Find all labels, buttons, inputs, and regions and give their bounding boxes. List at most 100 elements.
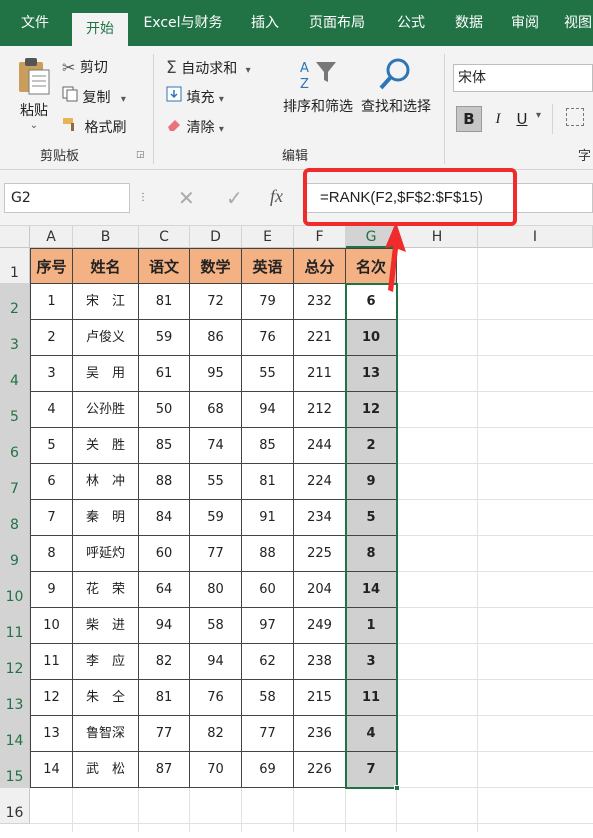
- table-cell[interactable]: 62: [242, 644, 294, 680]
- table-cell[interactable]: 柴 进: [73, 608, 139, 644]
- table-cell[interactable]: 221: [294, 320, 346, 356]
- table-cell[interactable]: 74: [190, 428, 242, 464]
- table-cell[interactable]: 95: [190, 356, 242, 392]
- italic-button[interactable]: I: [486, 106, 510, 132]
- bold-button[interactable]: B: [456, 106, 482, 132]
- table-cell[interactable]: 82: [139, 644, 190, 680]
- table-cell[interactable]: 8: [30, 536, 73, 572]
- copy-button[interactable]: 复制 ▾: [62, 86, 126, 110]
- table-cell[interactable]: 5: [346, 500, 397, 536]
- column-header-f[interactable]: F: [294, 226, 346, 248]
- table-cell[interactable]: 70: [190, 752, 242, 788]
- autosum-dropdown-icon[interactable]: ▾: [246, 65, 251, 76]
- name-box[interactable]: G2: [4, 183, 130, 213]
- table-cell[interactable]: 87: [139, 752, 190, 788]
- header-cell[interactable]: 数学: [190, 248, 242, 284]
- insert-function-icon[interactable]: fx: [270, 186, 283, 207]
- column-header-a[interactable]: A: [30, 226, 73, 248]
- table-cell[interactable]: 79: [242, 284, 294, 320]
- table-cell[interactable]: 77: [190, 536, 242, 572]
- table-cell[interactable]: 88: [139, 464, 190, 500]
- table-cell[interactable]: 9: [346, 464, 397, 500]
- table-cell[interactable]: 12: [30, 680, 73, 716]
- table-cell[interactable]: 2: [30, 320, 73, 356]
- format-painter-button[interactable]: 格式刷: [62, 116, 126, 140]
- tab-formulas[interactable]: 公式: [384, 0, 438, 46]
- table-cell[interactable]: 58: [242, 680, 294, 716]
- table-cell[interactable]: 94: [242, 392, 294, 428]
- table-cell[interactable]: 85: [139, 428, 190, 464]
- column-header-d[interactable]: D: [190, 226, 242, 248]
- table-cell[interactable]: 94: [190, 644, 242, 680]
- enter-icon[interactable]: ✓: [226, 186, 243, 210]
- header-cell[interactable]: 总分: [294, 248, 346, 284]
- table-cell[interactable]: 234: [294, 500, 346, 536]
- table-cell[interactable]: 82: [190, 716, 242, 752]
- tab-excel-finance[interactable]: Excel与财务: [134, 0, 232, 46]
- copy-dropdown-icon[interactable]: ▾: [121, 94, 126, 105]
- row-header-1[interactable]: 1: [0, 248, 30, 284]
- row-header-11[interactable]: 11: [0, 608, 30, 644]
- paste-button[interactable]: 粘贴 ⌄: [10, 56, 58, 131]
- table-cell[interactable]: 9: [30, 572, 73, 608]
- table-cell[interactable]: 5: [30, 428, 73, 464]
- row-header-4[interactable]: 4: [0, 356, 30, 392]
- table-cell[interactable]: 7: [346, 752, 397, 788]
- row-header-16[interactable]: 16: [0, 788, 30, 824]
- table-cell[interactable]: 3: [30, 356, 73, 392]
- tab-file[interactable]: 文件: [6, 0, 64, 46]
- table-cell[interactable]: 238: [294, 644, 346, 680]
- header-cell[interactable]: 姓名: [73, 248, 139, 284]
- table-cell[interactable]: 212: [294, 392, 346, 428]
- table-cell[interactable]: 公孙胜: [73, 392, 139, 428]
- table-cell[interactable]: 11: [346, 680, 397, 716]
- table-cell[interactable]: 77: [242, 716, 294, 752]
- table-cell[interactable]: 7: [30, 500, 73, 536]
- table-cell[interactable]: 84: [139, 500, 190, 536]
- table-cell[interactable]: 59: [190, 500, 242, 536]
- table-cell[interactable]: 80: [190, 572, 242, 608]
- table-cell[interactable]: 249: [294, 608, 346, 644]
- table-cell[interactable]: 林 冲: [73, 464, 139, 500]
- table-cell[interactable]: 李 应: [73, 644, 139, 680]
- table-cell[interactable]: 8: [346, 536, 397, 572]
- row-header-13[interactable]: 13: [0, 680, 30, 716]
- table-cell[interactable]: 12: [346, 392, 397, 428]
- table-cell[interactable]: 14: [346, 572, 397, 608]
- table-cell[interactable]: 68: [190, 392, 242, 428]
- tab-view[interactable]: 视图: [556, 0, 593, 46]
- table-cell[interactable]: 鲁智深: [73, 716, 139, 752]
- fill-button[interactable]: 填充 ▾: [166, 86, 224, 110]
- row-header-8[interactable]: 8: [0, 500, 30, 536]
- table-cell[interactable]: 秦 明: [73, 500, 139, 536]
- table-cell[interactable]: 14: [30, 752, 73, 788]
- fill-dropdown-icon[interactable]: ▾: [219, 94, 224, 105]
- table-cell[interactable]: 69: [242, 752, 294, 788]
- cut-button[interactable]: ✂ 剪切: [62, 56, 108, 80]
- table-cell[interactable]: 朱 仝: [73, 680, 139, 716]
- table-cell[interactable]: 1: [346, 608, 397, 644]
- table-cell[interactable]: 76: [242, 320, 294, 356]
- table-cell[interactable]: 3: [346, 644, 397, 680]
- table-cell[interactable]: 卢俊义: [73, 320, 139, 356]
- tab-review[interactable]: 审阅: [498, 0, 552, 46]
- table-cell[interactable]: 11: [30, 644, 73, 680]
- row-header-7[interactable]: 7: [0, 464, 30, 500]
- table-cell[interactable]: 76: [190, 680, 242, 716]
- table-cell[interactable]: 1: [30, 284, 73, 320]
- table-cell[interactable]: 55: [190, 464, 242, 500]
- table-cell[interactable]: 武 松: [73, 752, 139, 788]
- header-cell[interactable]: 英语: [242, 248, 294, 284]
- table-cell[interactable]: 77: [139, 716, 190, 752]
- table-cell[interactable]: 60: [242, 572, 294, 608]
- table-cell[interactable]: 花 荣: [73, 572, 139, 608]
- table-cell[interactable]: 64: [139, 572, 190, 608]
- row-header-3[interactable]: 3: [0, 320, 30, 356]
- row-header-9[interactable]: 9: [0, 536, 30, 572]
- cancel-icon[interactable]: ✕: [178, 186, 195, 210]
- tab-home[interactable]: 开始: [72, 13, 128, 46]
- table-cell[interactable]: 50: [139, 392, 190, 428]
- table-cell[interactable]: 4: [30, 392, 73, 428]
- sort-filter-button[interactable]: A Z 排序和筛选: [276, 58, 360, 116]
- table-cell[interactable]: 224: [294, 464, 346, 500]
